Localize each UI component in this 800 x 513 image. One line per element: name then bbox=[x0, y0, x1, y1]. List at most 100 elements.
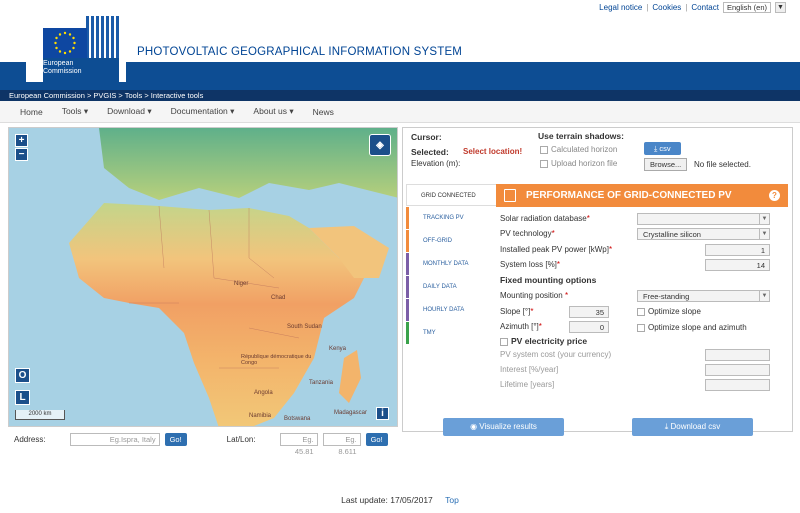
map-label: Chad bbox=[271, 295, 286, 301]
tab-monthly-data[interactable]: MONTHLY DATA bbox=[406, 253, 496, 275]
map-l-button[interactable]: L bbox=[15, 390, 30, 405]
map-o-button[interactable]: O bbox=[15, 368, 30, 383]
legal-notice-link[interactable]: Legal notice bbox=[599, 3, 642, 12]
map-label: Botswana bbox=[284, 416, 311, 422]
lon-input[interactable]: Eg. 8.611 bbox=[322, 433, 361, 456]
top-links: Legal notice | Cookies | Contact English… bbox=[599, 2, 786, 13]
upload-horizon-checkbox[interactable] bbox=[540, 159, 548, 168]
tab-daily-data[interactable]: DAILY DATA bbox=[406, 276, 496, 298]
visualize-results-button[interactable]: ◉ Visualize results bbox=[443, 418, 564, 436]
map-label: Niger bbox=[234, 281, 249, 287]
nav-download[interactable]: Download ▾ bbox=[107, 106, 151, 117]
peak-power-input[interactable]: 1 bbox=[705, 244, 770, 256]
section-header: PERFORMANCE OF GRID-CONNECTED PV ? bbox=[496, 184, 788, 207]
no-file-label: No file selected. bbox=[694, 160, 751, 169]
interest-input[interactable] bbox=[705, 364, 770, 376]
cookies-link[interactable]: Cookies bbox=[652, 3, 681, 12]
price-checkbox[interactable] bbox=[500, 337, 508, 346]
interest-label: Interest [%/year] bbox=[500, 365, 559, 374]
tab-off-grid[interactable]: OFF-GRID bbox=[406, 230, 496, 252]
map-label: République démocratique du Congo bbox=[241, 354, 312, 366]
slope-input[interactable]: 35 bbox=[569, 306, 609, 318]
help-icon[interactable]: ? bbox=[769, 190, 780, 201]
main-nav: Home Tools ▾ Download ▾ Documentation ▾ … bbox=[0, 101, 800, 123]
fixed-title: Fixed mounting options bbox=[500, 275, 597, 285]
ec-logo[interactable]: European Commission bbox=[26, 14, 126, 82]
map-label: Madagascar bbox=[334, 410, 368, 416]
download-csv-button[interactable]: ⤓ Download csv bbox=[632, 418, 753, 436]
logo-text: European Commission bbox=[43, 60, 82, 75]
zoom-in-button[interactable]: + bbox=[15, 134, 28, 147]
map-label: Kenya bbox=[329, 346, 347, 352]
info-icon[interactable]: i bbox=[376, 407, 389, 420]
chevron-down-icon: ▼ bbox=[759, 214, 769, 224]
language-select[interactable]: English (en) bbox=[722, 2, 771, 13]
map-scale: 2000 km bbox=[15, 410, 65, 420]
cost-input[interactable] bbox=[705, 349, 770, 361]
shadows-title: Use terrain shadows: bbox=[538, 131, 624, 141]
nav-home[interactable]: Home bbox=[20, 107, 43, 117]
cursor-label: Cursor: bbox=[411, 132, 442, 142]
map[interactable]: + − ◈ O L i 2000 km Niger Chad South Sud… bbox=[8, 127, 398, 427]
lifetime-input[interactable] bbox=[705, 379, 770, 391]
price-title[interactable]: PV electricity price bbox=[500, 336, 587, 346]
lat-input[interactable]: Eg. 45.81 bbox=[279, 433, 318, 456]
separator: | bbox=[646, 3, 649, 12]
selected-label: Selected: bbox=[411, 147, 449, 157]
tab-tracking-pv[interactable]: TRACKING PV bbox=[406, 207, 496, 229]
loss-label: System loss [%]* bbox=[500, 260, 561, 269]
address-row: Address: Eg.Ispra, Italy Go! Lat/Lon: Eg… bbox=[14, 433, 388, 456]
layers-icon[interactable]: ◈ bbox=[369, 134, 391, 156]
optimize-slope-azimuth[interactable]: Optimize slope and azimuth bbox=[637, 323, 747, 332]
csv-download-button[interactable]: ⤓ csv bbox=[644, 142, 681, 155]
tab-tmy[interactable]: TMY bbox=[406, 322, 496, 344]
footer: Last update: 17/05/2017 Top bbox=[0, 495, 800, 505]
azimuth-label: Azimuth [°]* bbox=[500, 322, 542, 331]
tab-hourly-data[interactable]: HOURLY DATA bbox=[406, 299, 496, 321]
optimize-slope-azimuth-checkbox[interactable] bbox=[637, 323, 645, 332]
nav-tools[interactable]: Tools ▾ bbox=[62, 106, 88, 117]
elevation-label: Elevation (m): bbox=[411, 159, 461, 168]
tech-label: PV technology* bbox=[500, 229, 555, 238]
optimize-slope[interactable]: Optimize slope bbox=[637, 307, 701, 316]
top-link[interactable]: Top bbox=[445, 495, 459, 505]
browse-button[interactable]: Browse... bbox=[644, 158, 688, 171]
latlon-label: Lat/Lon: bbox=[226, 435, 256, 444]
azimuth-input[interactable]: 0 bbox=[569, 321, 609, 333]
address-go-button[interactable]: Go! bbox=[164, 433, 187, 446]
contact-link[interactable]: Contact bbox=[691, 3, 719, 12]
tech-select[interactable]: Crystalline silicon ▼ bbox=[637, 228, 770, 240]
chevron-down-icon: ▼ bbox=[759, 291, 769, 301]
cost-label: PV system cost (your currency) bbox=[500, 350, 612, 359]
upload-horizon[interactable]: Upload horizon file bbox=[540, 159, 617, 168]
map-label: Namibia bbox=[249, 413, 272, 419]
last-update: Last update: 17/05/2017 bbox=[341, 495, 433, 505]
nav-documentation[interactable]: Documentation ▾ bbox=[171, 106, 235, 117]
nav-news[interactable]: News bbox=[313, 107, 334, 117]
lifetime-label: Lifetime [years] bbox=[500, 380, 555, 389]
optimize-slope-checkbox[interactable] bbox=[637, 307, 645, 316]
address-input[interactable]: Eg.Ispra, Italy bbox=[69, 433, 160, 446]
zoom-out-button[interactable]: − bbox=[15, 148, 28, 161]
nav-about[interactable]: About us ▾ bbox=[253, 106, 293, 117]
system-loss-input[interactable]: 14 bbox=[705, 259, 770, 271]
calculated-horizon-checkbox[interactable] bbox=[540, 145, 548, 154]
app-title: PHOTOVOLTAIC GEOGRAPHICAL INFORMATION SY… bbox=[137, 46, 463, 58]
chevron-down-icon[interactable]: ▼ bbox=[775, 2, 786, 13]
mount-select[interactable]: Free-standing ▼ bbox=[637, 290, 770, 302]
peak-label: Installed peak PV power [kWp]* bbox=[500, 245, 613, 254]
map-canvas[interactable] bbox=[9, 128, 398, 427]
tool-tabs: GRID CONNECTED TRACKING PV OFF-GRID MONT… bbox=[406, 184, 496, 345]
selected-value: Select location! bbox=[463, 147, 523, 156]
map-label: Angola bbox=[254, 390, 273, 396]
latlon-go-button[interactable]: Go! bbox=[365, 433, 388, 446]
address-label: Address: bbox=[14, 435, 46, 444]
slope-label: Slope [°]* bbox=[500, 307, 534, 316]
tool-panel: Cursor: Selected: Select location! Eleva… bbox=[402, 127, 793, 432]
db-label: Solar radiation database* bbox=[500, 214, 590, 223]
db-select[interactable]: ▼ bbox=[637, 213, 770, 225]
map-label: South Sudan bbox=[287, 324, 322, 330]
tab-grid-connected[interactable]: GRID CONNECTED bbox=[406, 184, 496, 206]
breadcrumb[interactable]: European Commission > PVGIS > Tools > In… bbox=[0, 90, 800, 101]
calculated-horizon[interactable]: Calculated horizon bbox=[540, 145, 617, 154]
